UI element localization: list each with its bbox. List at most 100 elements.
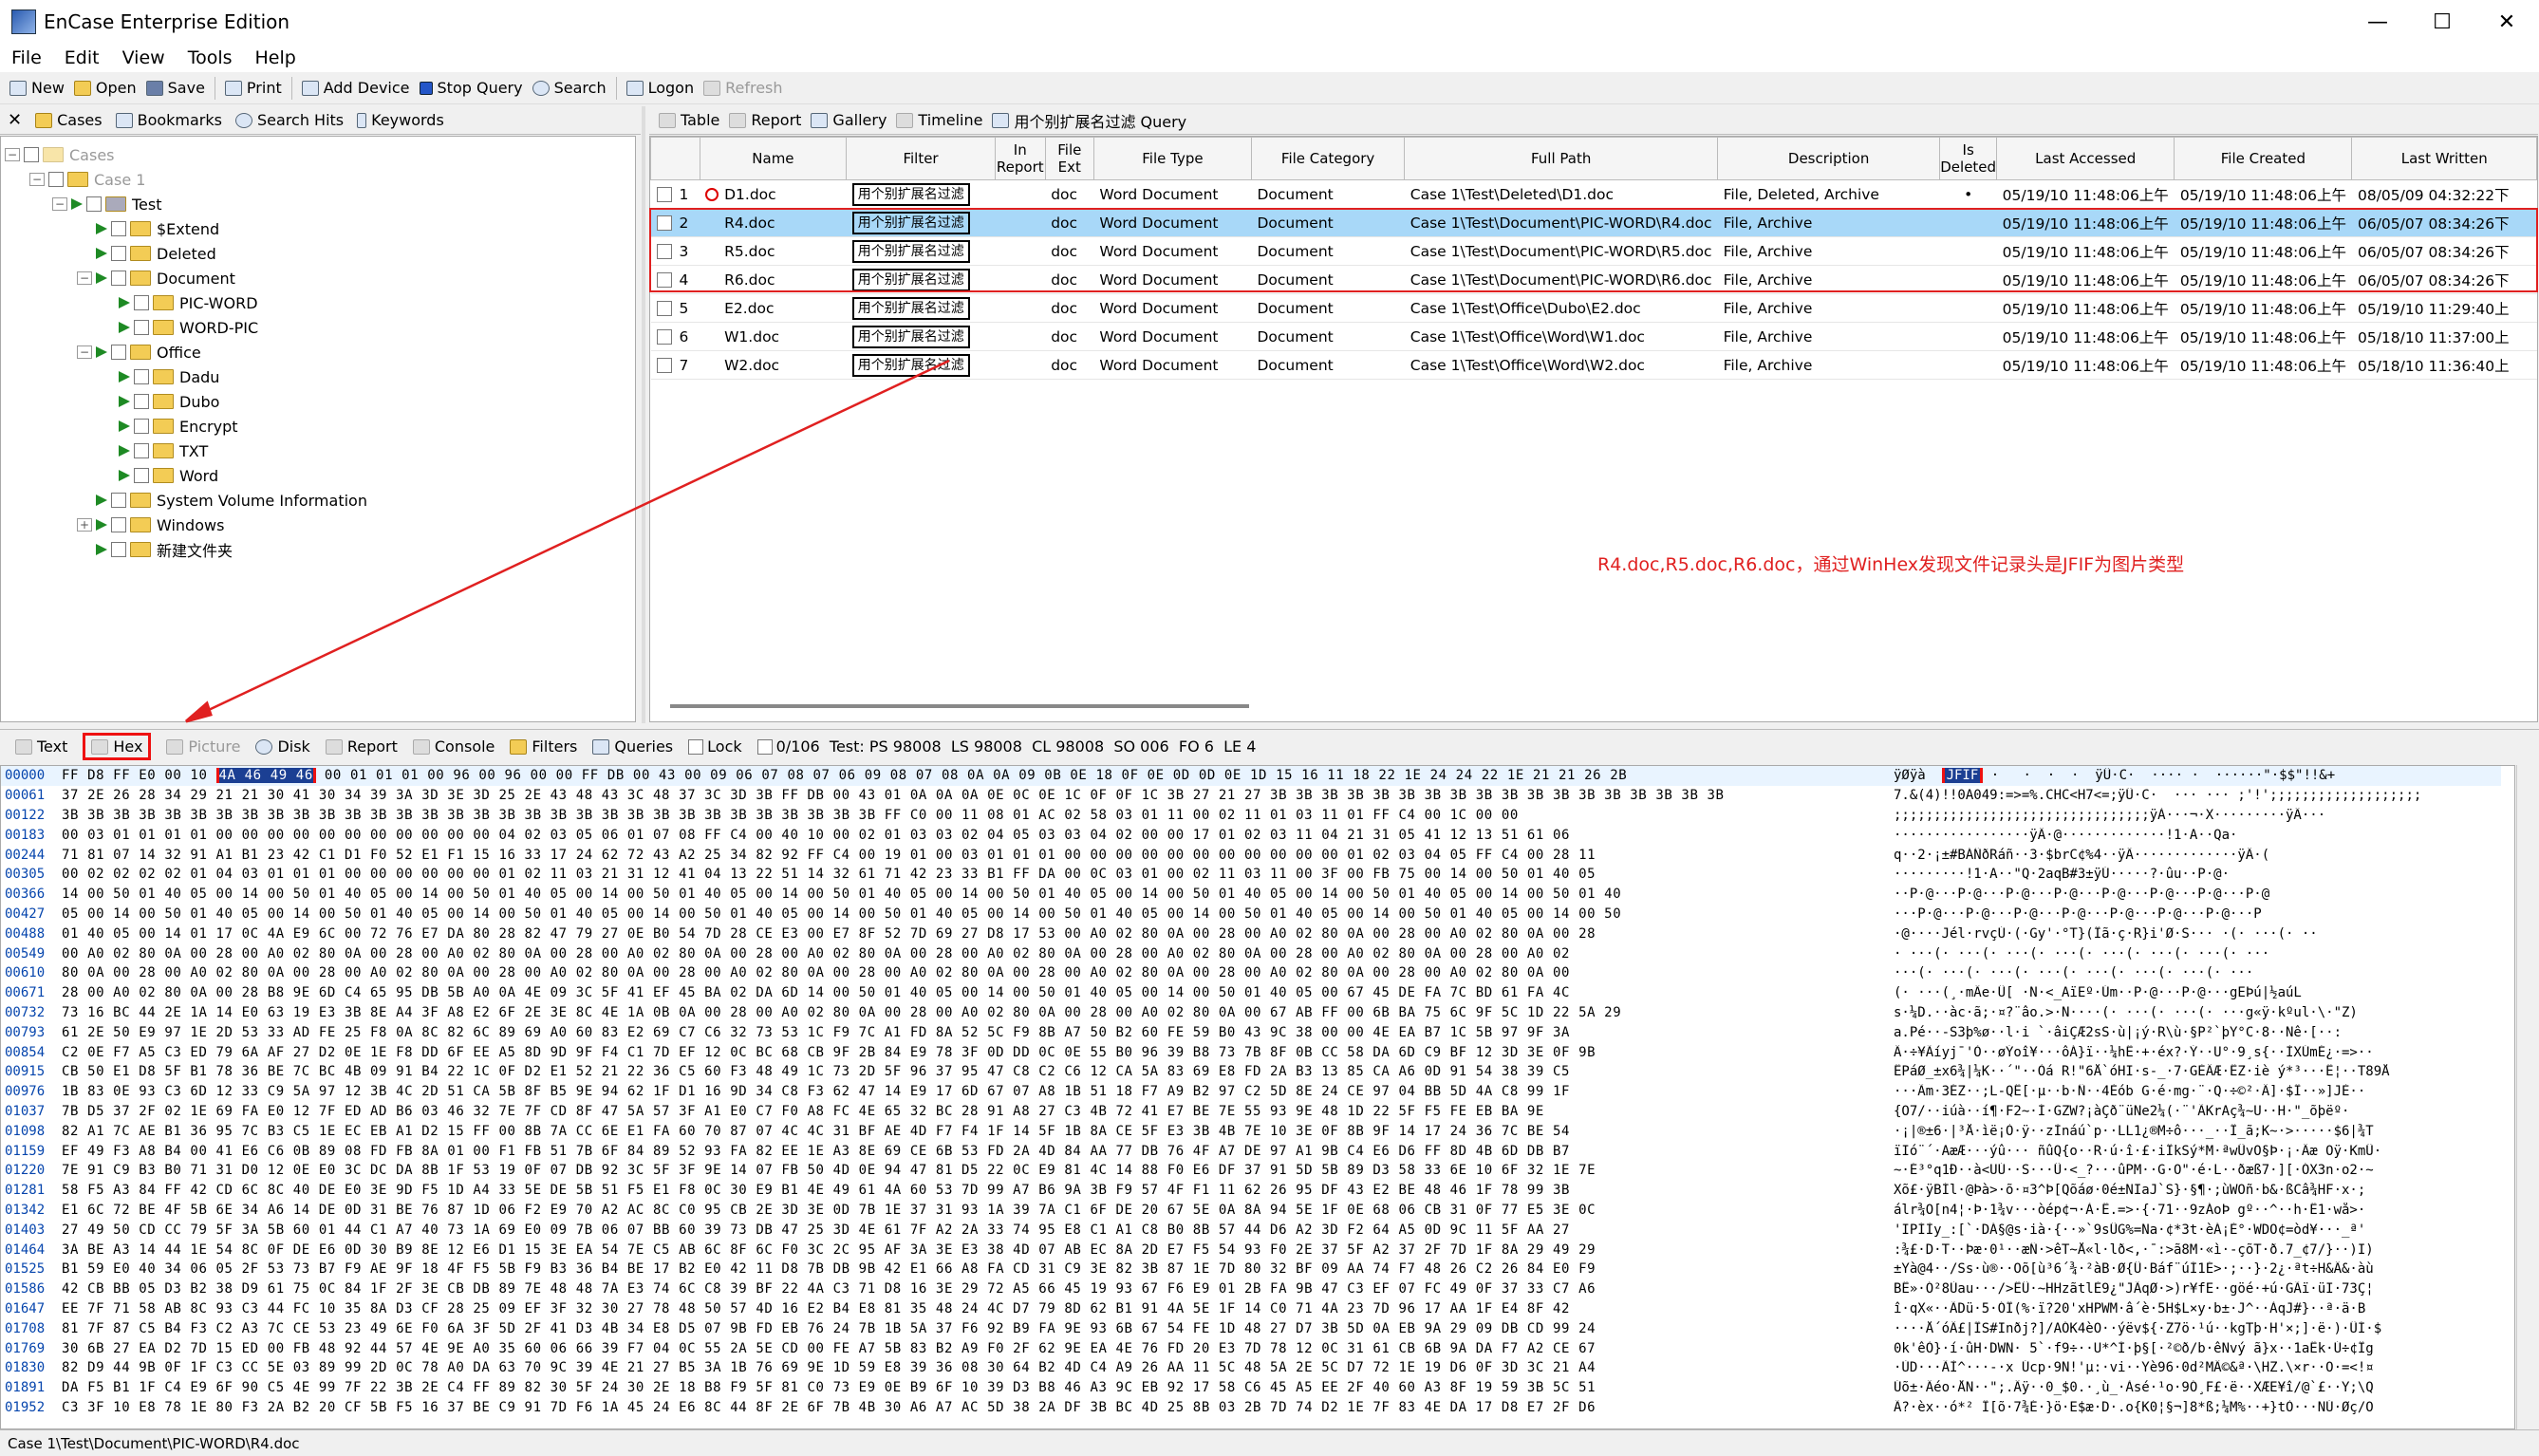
hex-row[interactable]: 01952 C3 3F 10 E8 78 1E 80 F3 2A B2 20 CF… [1, 1398, 2501, 1418]
hex-row[interactable]: 00671 28 00 A0 02 80 0A 00 28 B8 9E 6D C4… [1, 983, 2501, 1003]
tree-node[interactable]: − Document [77, 266, 235, 290]
maximize-icon[interactable]: ☐ [2410, 0, 2474, 44]
tab-bottom-report[interactable]: Report [325, 737, 398, 756]
expand-toggle-icon[interactable]: − [52, 197, 67, 211]
pane-splitter[interactable] [642, 106, 645, 723]
tree-node[interactable]: − Case 1 [29, 167, 145, 192]
hex-row[interactable]: 01159 EF 49 F3 A8 B4 00 41 E6 C6 0B 89 08… [1, 1141, 2501, 1161]
tab-keywords[interactable]: Keywords [357, 111, 444, 129]
hex-row[interactable]: 01220 7E 91 C9 B3 B0 71 31 D0 12 0E E0 3C… [1, 1161, 2501, 1181]
menu-tools[interactable]: Tools [177, 47, 244, 68]
hex-row[interactable]: 00366 14 00 50 01 40 05 00 14 00 50 01 40… [1, 885, 2501, 905]
hex-row[interactable]: 01830 82 D9 44 9B 0F 1F C3 CC 5E 03 89 99… [1, 1358, 2501, 1378]
lock-toggle[interactable]: Lock [688, 737, 742, 756]
tree-node[interactable]: + Windows [77, 513, 224, 537]
hex-vertical-scrollbar[interactable] [2516, 765, 2539, 1429]
hex-row[interactable]: 01403 27 49 50 CD CC 79 5F 3A 5B 60 01 44… [1, 1220, 2501, 1240]
open-button[interactable]: Open [73, 79, 137, 97]
table-row[interactable]: 6 W1.doc 用个别扩展名过滤 doc Word Document Docu… [650, 322, 2537, 351]
tree-checkbox[interactable] [134, 443, 149, 458]
col-header-file-type[interactable]: File Type [1092, 137, 1252, 180]
expand-toggle-icon[interactable]: − [77, 345, 92, 359]
hex-row[interactable]: 01464 3A BE A3 14 44 1E 54 8C 0F DE E6 0D… [1, 1240, 2501, 1260]
col-header-file-category[interactable]: File Category [1250, 137, 1406, 180]
add-device-button[interactable]: Add Device [301, 79, 410, 97]
tree-node[interactable]: WORD-PIC [119, 315, 258, 340]
menu-edit[interactable]: Edit [53, 47, 111, 68]
tree-node[interactable]: System Volume Information [96, 488, 367, 513]
lock-checkbox[interactable] [688, 738, 704, 755]
tree-checkbox[interactable] [134, 320, 149, 335]
col-header-is-deleted[interactable]: Is Deleted [1939, 137, 1998, 180]
hex-row[interactable]: 01281 58 F5 A3 84 FF 42 CD 6C 8C 40 DE E0… [1, 1181, 2501, 1201]
row-checkbox[interactable] [656, 300, 672, 316]
refresh-button[interactable]: Refresh [703, 79, 783, 97]
horizontal-scrollbar[interactable] [670, 704, 1249, 708]
tree-checkbox[interactable] [111, 246, 126, 261]
hex-row[interactable]: 00732 73 16 BC 44 2E 1A 14 E0 63 19 E3 3B… [1, 1003, 2501, 1023]
hex-row[interactable]: 00000 FF D8 FF E0 00 10 4A 46 49 46 00 0… [1, 766, 2501, 786]
row-checkbox[interactable] [656, 186, 672, 202]
col-header-filter[interactable]: Filter [846, 137, 996, 180]
hex-row[interactable]: 00488 01 40 05 00 14 01 17 0C 4A E9 6C 00… [1, 924, 2501, 943]
hex-row[interactable]: 00549 00 A0 02 80 0A 00 28 00 A0 02 80 0A… [1, 943, 2501, 963]
expand-toggle-icon[interactable]: + [77, 518, 92, 532]
tab-text[interactable]: Text [15, 737, 67, 756]
hex-row[interactable]: 01891 DA F5 B1 1F C4 E9 6F 90 C5 4E 99 7F… [1, 1378, 2501, 1398]
tree-node[interactable]: − Cases [5, 142, 115, 167]
tab-disk[interactable]: Disk [255, 737, 310, 756]
tree-node[interactable]: − Office [77, 340, 201, 364]
tree-checkbox[interactable] [86, 196, 102, 212]
tree-node[interactable]: Word [119, 463, 218, 488]
tab-timeline[interactable]: Timeline [896, 111, 982, 129]
col-header-full-path[interactable]: Full Path [1404, 137, 1719, 180]
expand-toggle-icon[interactable]: − [29, 173, 45, 186]
tab-bookmarks[interactable]: Bookmarks [115, 111, 222, 129]
row-checkbox[interactable] [656, 328, 672, 345]
tree-checkbox[interactable] [134, 369, 149, 384]
hex-row[interactable]: 00061 37 2E 26 28 34 29 21 21 30 41 30 34… [1, 786, 2501, 806]
hex-row[interactable]: 01525 B1 59 E0 40 34 06 05 2F 53 73 B7 F9… [1, 1260, 2501, 1279]
tree-checkbox[interactable] [111, 517, 126, 532]
col-header-file-created[interactable]: File Created [2174, 137, 2353, 180]
tree-node[interactable]: Deleted [96, 241, 216, 266]
tree-checkbox[interactable] [111, 345, 126, 360]
tab-report[interactable]: Report [729, 111, 801, 129]
tab-hex[interactable]: Hex [83, 733, 152, 760]
hex-row[interactable]: 00793 61 2E 50 E9 97 1E 2D 53 33 AD FE 25… [1, 1022, 2501, 1042]
table-row[interactable]: 1 D1.doc 用个别扩展名过滤 doc Word Document Docu… [650, 179, 2537, 209]
expand-toggle-icon[interactable]: − [5, 148, 20, 161]
tree-node[interactable]: PIC-WORD [119, 290, 258, 315]
tab-cases[interactable]: Cases [35, 111, 103, 129]
hex-view[interactable]: 00000 FF D8 FF E0 00 10 4A 46 49 46 00 0… [0, 765, 2515, 1429]
tab-query[interactable]: 用个别扩展名过滤 Query [992, 109, 1186, 132]
tree-checkbox[interactable] [134, 295, 149, 310]
col-header-last-written[interactable]: Last Written [2351, 137, 2537, 180]
expand-toggle-icon[interactable]: − [77, 271, 92, 285]
hex-row[interactable]: 01708 81 7F 87 C5 B4 F3 C2 A3 7C CE 53 23… [1, 1318, 2501, 1338]
tree-node[interactable]: 新建文件夹 [96, 537, 233, 562]
tree-checkbox[interactable] [111, 493, 126, 508]
col-header-name[interactable]: Name [699, 137, 848, 180]
tree-node[interactable]: Dubo [119, 389, 219, 414]
menu-help[interactable]: Help [244, 47, 308, 68]
hex-row[interactable]: 01098 82 A1 7C AE B1 36 95 7C B3 C5 1E EC… [1, 1121, 2501, 1141]
hex-row[interactable]: 00305 00 02 02 02 02 01 04 03 01 01 01 00… [1, 865, 2501, 885]
col-header-in-report[interactable]: In Report [994, 137, 1046, 180]
tab-search-hits[interactable]: Search Hits [234, 111, 344, 129]
tree-checkbox[interactable] [134, 394, 149, 409]
hex-row[interactable]: 00610 80 0A 00 28 00 A0 02 80 0A 00 28 00… [1, 963, 2501, 983]
tree-checkbox[interactable] [134, 419, 149, 434]
hex-row[interactable]: 01769 30 6B 27 EA D2 7D 15 ED 00 FB 48 92… [1, 1338, 2501, 1358]
hex-row[interactable]: 01342 E1 6C 72 BE 4F 5B 6E 34 A6 14 DE 0D… [1, 1201, 2501, 1221]
tab-picture[interactable]: Picture [166, 737, 240, 756]
tab-console[interactable]: Console [412, 737, 495, 756]
tree-node[interactable]: Dadu [119, 364, 219, 389]
save-button[interactable]: Save [145, 79, 205, 97]
tab-table[interactable]: Table [659, 111, 719, 129]
hex-row[interactable]: 00183 00 03 01 01 01 01 00 00 00 00 00 00… [1, 825, 2501, 845]
tree-checkbox[interactable] [48, 172, 64, 187]
col-header-file-ext[interactable]: File Ext [1044, 137, 1094, 180]
status-checkbox[interactable] [756, 738, 773, 755]
tree-node[interactable]: $Extend [96, 216, 219, 241]
